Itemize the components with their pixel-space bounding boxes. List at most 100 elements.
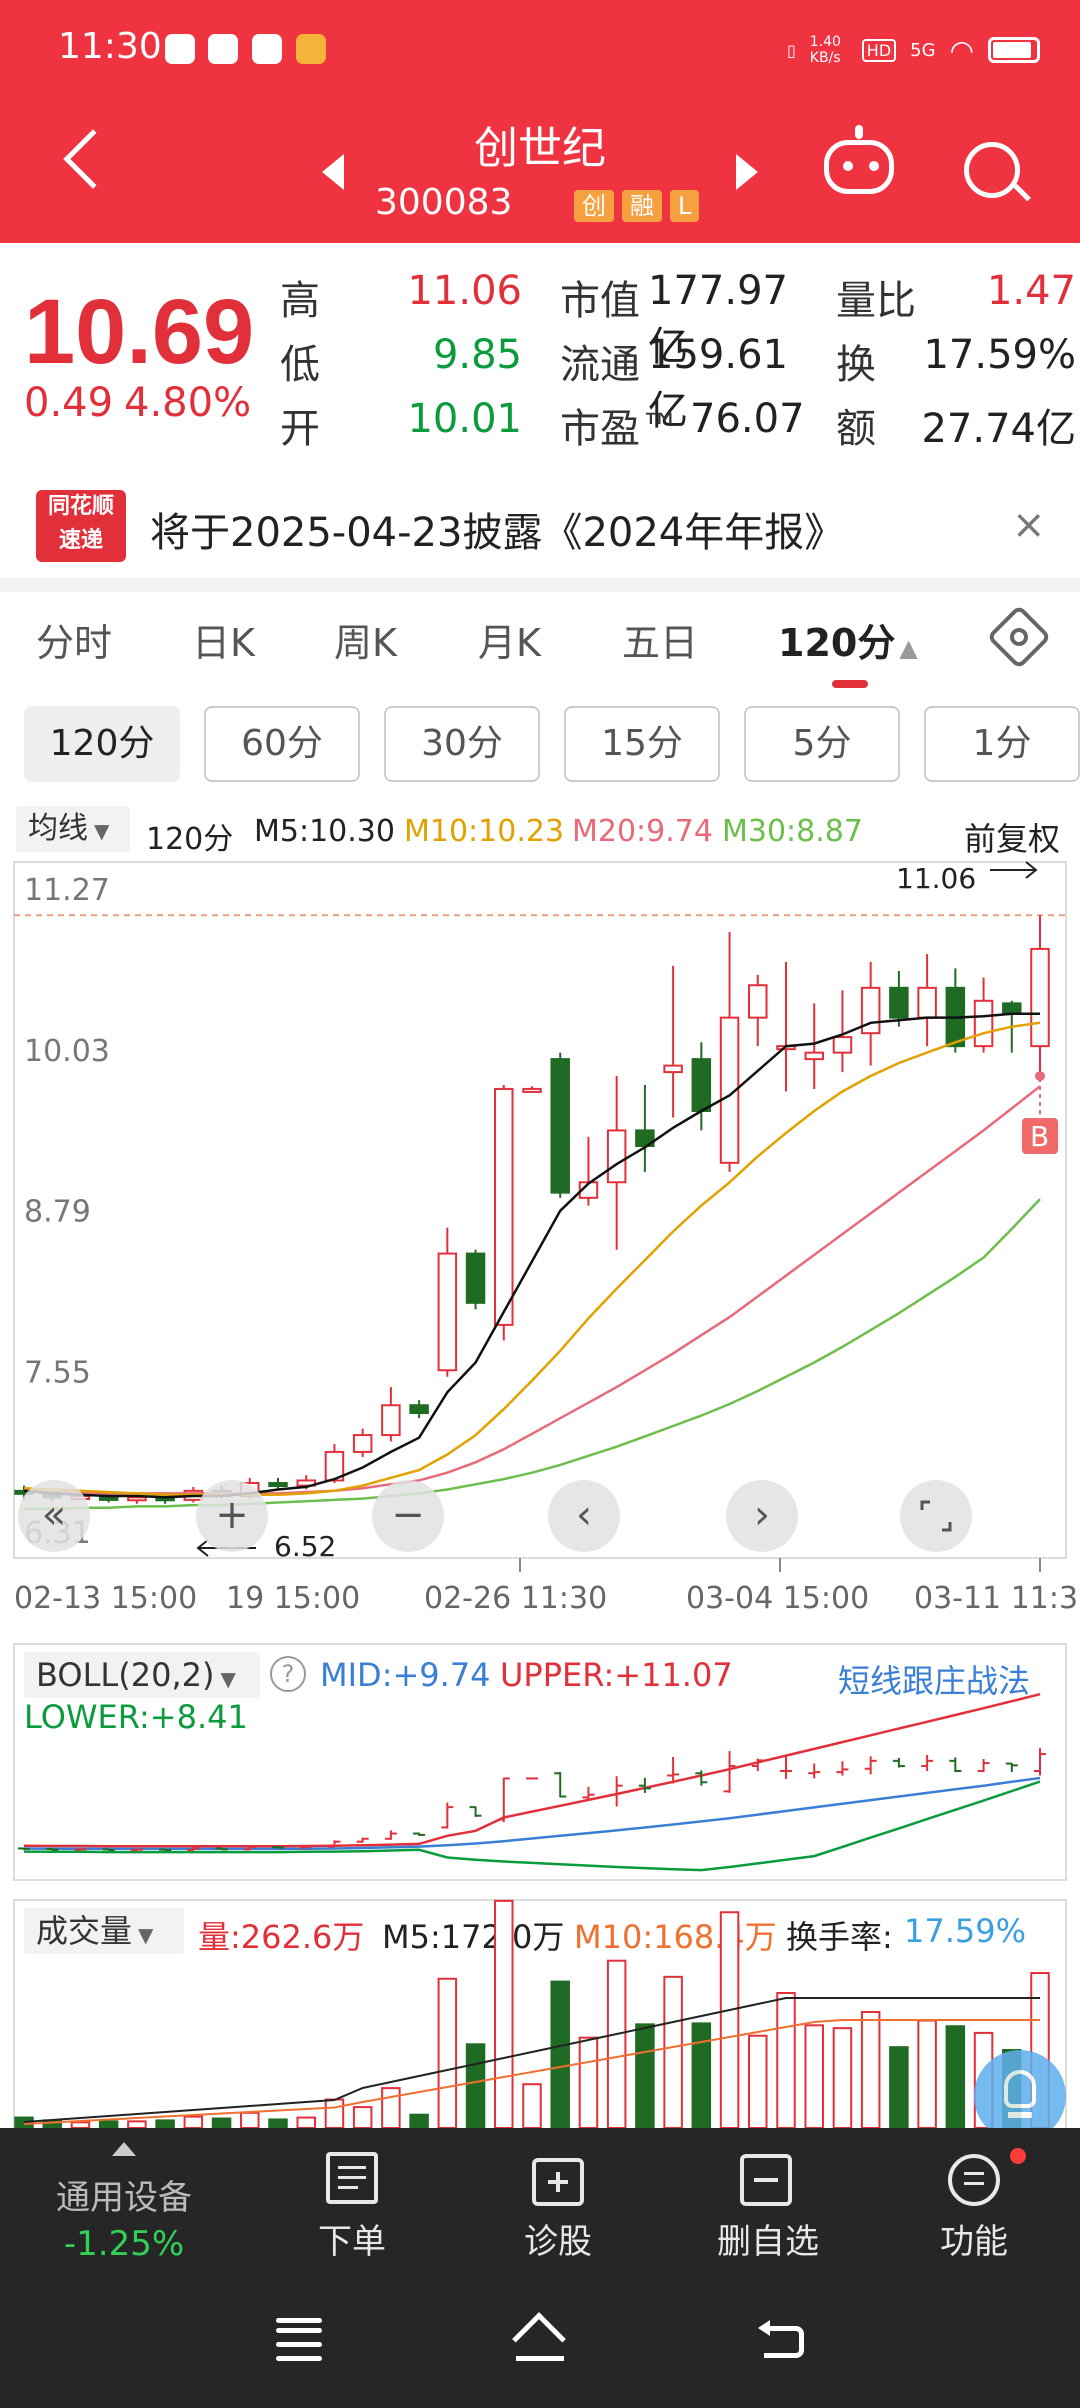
volume-bar-down xyxy=(211,2117,232,2128)
ma-period: 120分 xyxy=(146,822,234,857)
notification-dot xyxy=(1010,2148,1026,2164)
tab-weekly-k[interactable]: 周K xyxy=(334,612,397,667)
divider xyxy=(0,578,1080,592)
tab-monthly-k[interactable]: 月K xyxy=(478,612,541,667)
volume-bar-up xyxy=(127,2120,147,2128)
function-button[interactable]: 功能 xyxy=(912,2214,1036,2263)
candle-up xyxy=(606,1129,627,1184)
order-icon[interactable] xyxy=(326,2152,378,2204)
tab-daily-k[interactable]: 日K xyxy=(192,612,255,667)
candle-up xyxy=(832,1036,853,1054)
period-1min[interactable]: 1分 xyxy=(924,706,1080,782)
volume-bar-down xyxy=(268,2118,288,2128)
volume-bar-up xyxy=(578,2036,599,2128)
next-stock-icon[interactable] xyxy=(736,154,758,190)
volume-bar-up xyxy=(381,2087,401,2128)
wifi-icon: ◠ xyxy=(949,33,974,67)
dropdown-icon: ▼ xyxy=(94,819,110,843)
volume-chart xyxy=(13,1899,1067,2128)
candle-up xyxy=(973,999,994,1048)
value-volume-ratio: 1.47 xyxy=(986,268,1076,314)
period-120min[interactable]: 120分 xyxy=(24,706,180,782)
app-notification-icon xyxy=(296,34,326,64)
price-change: 0.49 xyxy=(24,380,114,426)
settings-hexagon-icon-dot xyxy=(1010,628,1028,646)
robot-assistant-icon[interactable] xyxy=(824,125,894,194)
value-turnover: 17.59% xyxy=(923,332,1076,378)
candle-up xyxy=(1030,947,1050,1048)
tab-120min[interactable]: 120分 ▲ xyxy=(778,612,918,667)
remove-watchlist-button[interactable]: 删自选 xyxy=(700,2214,836,2263)
home-nav-icon[interactable] xyxy=(512,2312,566,2366)
volume-bar-down xyxy=(889,2046,909,2128)
sector-name[interactable]: 通用设备 xyxy=(24,2170,224,2219)
period-30min[interactable]: 30分 xyxy=(384,706,540,782)
app-notification-icon xyxy=(165,34,195,64)
candle-up xyxy=(522,1087,542,1093)
y-tick-label: 8.79 xyxy=(24,1195,91,1230)
volume-bar-up xyxy=(522,2083,542,2128)
diagnose-button[interactable]: 诊股 xyxy=(496,2214,620,2263)
back-nav-icon[interactable] xyxy=(756,2320,806,2360)
menu-nav-icon-line xyxy=(276,2342,322,2347)
search-icon[interactable] xyxy=(964,142,1020,198)
sector-change: -1.25% xyxy=(63,2224,185,2264)
chart-control-icon: + xyxy=(215,1492,249,1538)
chart-control-icon: « xyxy=(42,1492,66,1538)
boll-frame xyxy=(13,1643,1067,1881)
diagnose-icon[interactable] xyxy=(532,2158,584,2206)
y-tick-label: 11.27 xyxy=(24,873,110,908)
tab-five-day[interactable]: 五日 xyxy=(622,612,698,667)
tag-chuang: 创 xyxy=(574,190,614,222)
boll-upper-line xyxy=(23,1692,1041,1848)
period-15min[interactable]: 15分 xyxy=(564,706,720,782)
candle-up xyxy=(437,1252,458,1372)
chart-frame xyxy=(13,861,1067,1559)
volume-bar-up xyxy=(240,2111,260,2128)
x-tick-label: 02-26 11:30 xyxy=(424,1581,607,1616)
boll-chart xyxy=(13,1643,1067,1881)
signal-icon: 5G xyxy=(910,39,936,61)
candle-down xyxy=(465,1252,486,1304)
label-high: 高 xyxy=(280,278,320,324)
fullscreen-button[interactable] xyxy=(900,1480,972,1552)
period-5min[interactable]: 5分 xyxy=(744,706,900,782)
search-icon-handle xyxy=(1013,183,1031,202)
boll-lower-line xyxy=(23,1780,1041,1872)
tab-intraday[interactable]: 分时 xyxy=(36,612,112,667)
adjust-mode[interactable]: 前复权 xyxy=(964,814,1060,860)
price-change-pct: 4.80% xyxy=(124,380,252,426)
expand-up-icon[interactable] xyxy=(112,2142,136,2156)
remove-watchlist-icon[interactable] xyxy=(740,2154,792,2206)
candle-up xyxy=(127,1496,147,1502)
label-market-cap: 市值 xyxy=(560,278,640,324)
candle-up xyxy=(352,1434,373,1453)
telegram-icon xyxy=(208,34,238,64)
label-amount: 额 xyxy=(836,406,876,452)
y-tick-label: 7.55 xyxy=(24,1355,91,1390)
label-low: 低 xyxy=(280,342,320,388)
app-notification-icon xyxy=(252,34,282,64)
screen: 11:30 ▯ 1.40 KB/s HD 5G ◠ 创世纪 300083 创 融… xyxy=(0,0,1080,2408)
value-amount: 27.74亿 xyxy=(921,406,1076,452)
candlestick-chart[interactable]: 11.2710.038.797.556.3111.066.52B«+−‹›02-… xyxy=(0,856,1080,1616)
low-price-label: 6.52 xyxy=(274,1530,336,1563)
chart-control-icon: − xyxy=(391,1492,425,1538)
volume-bar-up xyxy=(776,1992,796,2128)
notice-text[interactable]: 将于2025-04-23披露《2024年年报》 xyxy=(150,500,844,558)
notice-close-icon[interactable]: × xyxy=(1012,502,1046,548)
candle-down xyxy=(268,1482,288,1488)
high-price-label: 11.06 xyxy=(896,862,976,895)
label-turnover: 换 xyxy=(836,342,876,388)
volume-bar-down xyxy=(409,2113,429,2128)
ma5-value: M5:10.30 xyxy=(254,814,395,849)
chart-control-icon: › xyxy=(754,1492,770,1538)
order-button[interactable]: 下单 xyxy=(290,2214,414,2263)
indicator-select-ma[interactable]: 均线 ▼ xyxy=(16,806,130,852)
function-menu-icon[interactable] xyxy=(948,2154,1000,2206)
period-60min[interactable]: 60分 xyxy=(204,706,360,782)
ma10-line xyxy=(23,1021,1041,1496)
menu-nav-icon-line[interactable] xyxy=(276,2328,322,2333)
tag-rong: 融 xyxy=(622,190,662,222)
candle-down xyxy=(691,1058,712,1112)
